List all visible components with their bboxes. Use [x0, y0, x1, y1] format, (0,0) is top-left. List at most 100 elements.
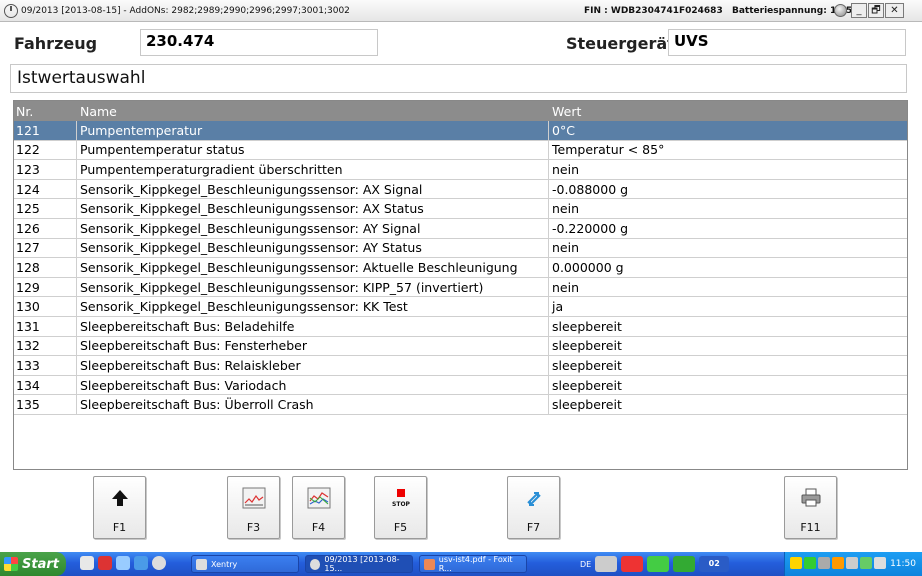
ecu-label: Steuergerät — [566, 34, 675, 53]
table-row[interactable]: 123 Pumpentemperaturgradient überschritte… — [14, 160, 907, 180]
table-row[interactable]: 122 Pumpentemperatur status Temperatur < 8… — [14, 140, 907, 161]
task-foxit[interactable]: usv-ist4.pdf - Foxit R... — [419, 555, 527, 573]
table-row[interactable]: 135 Sleepbereitschaft Bus: Überroll Crash… — [14, 395, 907, 415]
vehicle-row: Fahrzeug 230.474 Steuergerät UVS — [0, 27, 922, 56]
tray-security-icon[interactable] — [832, 557, 844, 569]
title-bar: 09/2013 [2013-08-15] - AddONs: 2982;2989… — [0, 0, 922, 22]
tray-network-icon[interactable] — [818, 557, 830, 569]
battery-status-icon — [834, 4, 847, 17]
start-button[interactable]: Start — [0, 552, 66, 576]
table-row[interactable]: 126 Sensorik_Kippkegel_Beschleunigungssen… — [14, 218, 907, 239]
row-wert: sleepbereit — [552, 397, 622, 413]
table-row[interactable]: 124 Sensorik_Kippkegel_Beschleunigungssen… — [14, 179, 907, 200]
tray-app-icon[interactable] — [790, 557, 802, 569]
svg-text:STOP: STOP — [392, 501, 411, 508]
row-name: Pumpentemperatur — [77, 121, 549, 140]
row-nr: 127 — [14, 238, 77, 258]
close-button[interactable]: ✕ — [885, 3, 904, 18]
media-icon[interactable] — [152, 556, 166, 570]
column-wert[interactable]: Wert — [549, 101, 907, 121]
printer-icon — [801, 488, 821, 507]
f11-label: F11 — [800, 521, 821, 534]
stop-icon: STOP — [392, 489, 411, 508]
f11-button[interactable]: F11 — [784, 476, 837, 539]
f7-label: F7 — [526, 521, 541, 534]
row-name: Sensorik_Kippkegel_Beschleunigungssensor… — [77, 199, 549, 218]
row-wert: 0.000000 g — [552, 259, 624, 275]
arrow-up-icon — [112, 490, 128, 506]
xentry-icon — [196, 558, 207, 570]
tray-volume-icon[interactable] — [846, 557, 858, 569]
row-nr: 131 — [14, 316, 77, 336]
table-body: 121 Pumpentemperatur 0°C 122 Pumpentemperatu… — [14, 121, 907, 415]
foxit-icon — [424, 558, 435, 570]
row-wert: Temperatur < 85° — [552, 142, 665, 158]
row-wert: sleepbereit — [552, 377, 622, 393]
table-row[interactable]: 125 Sensorik_Kippkegel_Beschleunigungssen… — [14, 199, 907, 219]
column-name[interactable]: Name — [77, 101, 549, 121]
minimize-button[interactable]: _ — [851, 3, 867, 18]
row-nr: 132 — [14, 336, 77, 356]
f4-label: F4 — [311, 521, 326, 534]
row-wert: nein — [552, 240, 580, 256]
row-name: Pumpentemperatur status — [77, 140, 549, 160]
desktop-icon[interactable] — [80, 556, 94, 570]
row-name: Sensorik_Kippkegel_Beschleunigungssensor… — [77, 258, 549, 277]
column-nr[interactable]: Nr. — [14, 101, 77, 121]
tray-misc-icon[interactable] — [874, 557, 886, 569]
start-label: Start — [22, 556, 59, 572]
language-indicator[interactable]: DE — [580, 560, 591, 569]
f5-button[interactable]: STOP F5 — [374, 476, 427, 539]
row-nr: 124 — [14, 179, 77, 199]
tray-update-icon[interactable] — [860, 557, 872, 569]
restore-button[interactable]: 🗗 — [868, 3, 884, 18]
table-row[interactable]: 131 Sleepbereitschaft Bus: Beladehilfe sle… — [14, 316, 907, 337]
row-name: Sensorik_Kippkegel_Beschleunigungssensor… — [77, 179, 549, 199]
window-title: 09/2013 [2013-08-15] - AddONs: 2982;2989… — [21, 5, 350, 16]
table-row[interactable]: 132 Sleepbereitschaft Bus: Fensterheber sl… — [14, 336, 907, 357]
mail-icon[interactable] — [116, 556, 130, 570]
block-icon[interactable] — [621, 556, 644, 572]
task-uvs[interactable]: 09/2013 [2013-08-15... — [305, 555, 413, 573]
row-nr: 133 — [14, 356, 77, 375]
f3-label: F3 — [246, 521, 261, 534]
row-wert: -0.088000 g — [552, 181, 629, 197]
row-nr: 135 — [14, 395, 77, 414]
row-wert: sleepbereit — [552, 357, 622, 373]
row-name: Sensorik_Kippkegel_Beschleunigungssensor… — [77, 297, 549, 316]
table-row[interactable]: 128 Sensorik_Kippkegel_Beschleunigungssen… — [14, 258, 907, 278]
clock[interactable]: 11:50 — [890, 559, 916, 569]
swap-arrows-icon — [527, 492, 541, 506]
row-wert: ja — [552, 299, 564, 315]
function-key-bar: F1 F3 F4 STOP F5 F7 F11 — [0, 470, 922, 552]
row-wert: nein — [552, 201, 580, 217]
badge-count[interactable]: 02 — [699, 556, 730, 572]
browser-icon[interactable] — [134, 556, 148, 570]
graph-icon — [242, 487, 266, 509]
f3-button[interactable]: F3 — [227, 476, 280, 539]
network-icon[interactable] — [595, 556, 618, 572]
table-row[interactable]: 130 Sensorik_Kippkegel_Beschleunigungssen… — [14, 297, 907, 317]
f1-button[interactable]: F1 — [93, 476, 146, 539]
f7-button[interactable]: F7 — [507, 476, 560, 539]
tray-monitor-icon[interactable] — [804, 557, 816, 569]
table-row[interactable]: 121 Pumpentemperatur 0°C — [14, 121, 907, 141]
row-name: Sensorik_Kippkegel_Beschleunigungssensor… — [77, 277, 549, 297]
device-icon[interactable] — [673, 556, 696, 572]
pdf-icon[interactable] — [98, 556, 112, 570]
sync-icon[interactable] — [647, 556, 670, 572]
task-foxit-label: usv-ist4.pdf - Foxit R... — [438, 555, 513, 573]
table-row[interactable]: 134 Sleepbereitschaft Bus: Variodach sleep… — [14, 375, 907, 396]
table-row[interactable]: 129 Sensorik_Kippkegel_Beschleunigungssen… — [14, 277, 907, 298]
row-nr: 121 — [14, 121, 77, 140]
ecu-field[interactable]: UVS — [668, 29, 906, 56]
table-row[interactable]: 133 Sleepbereitschaft Bus: Relaiskleber sl… — [14, 356, 907, 376]
f4-button[interactable]: F4 — [292, 476, 345, 539]
row-nr: 122 — [14, 140, 77, 160]
task-xentry[interactable]: Xentry — [191, 555, 299, 573]
row-nr: 125 — [14, 199, 77, 218]
row-name: Sleepbereitschaft Bus: Variodach — [77, 375, 549, 395]
row-name: Pumpentemperaturgradient überschritten — [77, 160, 549, 179]
vehicle-field[interactable]: 230.474 — [140, 29, 378, 56]
table-row[interactable]: 127 Sensorik_Kippkegel_Beschleunigungssen… — [14, 238, 907, 259]
